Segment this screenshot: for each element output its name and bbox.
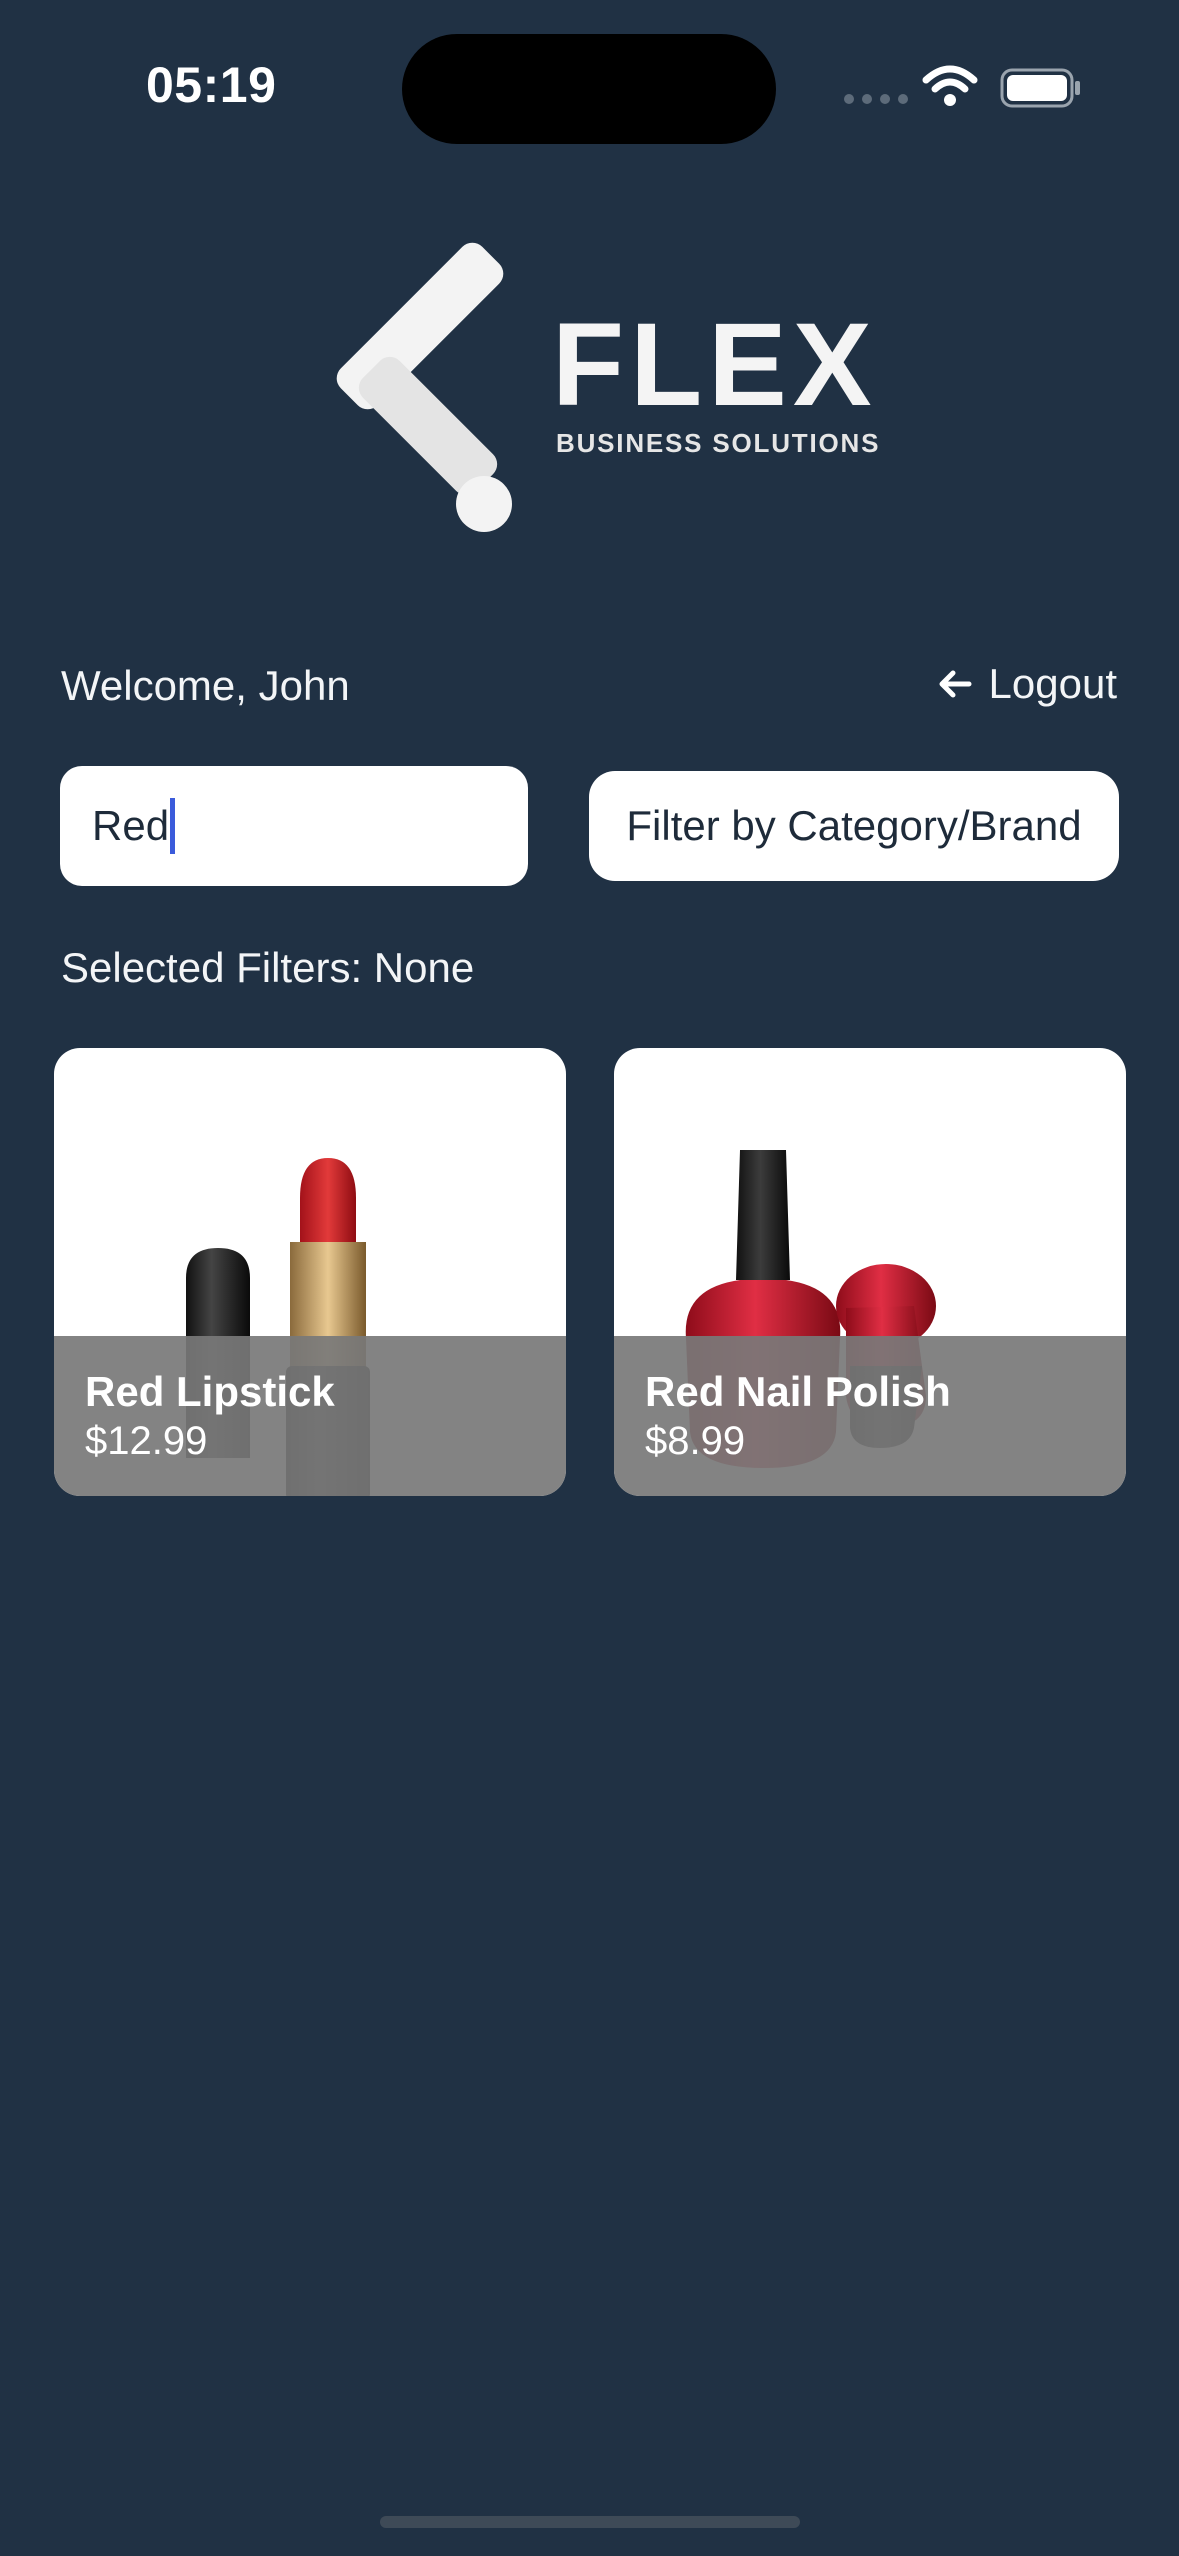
product-card[interactable]: Red Nail Polish $8.99 xyxy=(614,1048,1126,1496)
battery-icon xyxy=(1000,68,1080,108)
search-input[interactable]: Red xyxy=(60,766,528,886)
product-name: Red Lipstick xyxy=(85,1368,335,1415)
logout-button[interactable]: Logout xyxy=(937,660,1117,708)
product-name: Red Nail Polish xyxy=(645,1368,951,1415)
cellular-signal-icon xyxy=(844,94,908,104)
card-overlay xyxy=(54,1336,566,1496)
product-price: $12.99 xyxy=(85,1419,208,1463)
brand-tagline: BUSINESS SOLUTIONS xyxy=(556,428,881,458)
brand-wordmark: FLEX xyxy=(552,299,878,431)
dynamic-island xyxy=(402,34,776,144)
home-indicator[interactable] xyxy=(380,2516,800,2528)
status-time: 05:19 xyxy=(146,57,277,113)
flex-logo-icon xyxy=(336,242,512,532)
wifi-icon xyxy=(922,65,978,106)
arrow-left-icon xyxy=(939,670,972,698)
welcome-text: Welcome, John xyxy=(61,662,350,709)
product-card[interactable]: Red Lipstick $12.99 xyxy=(54,1048,566,1496)
product-price: $8.99 xyxy=(645,1419,746,1463)
text-caret xyxy=(170,798,176,854)
selected-filters-text: Selected Filters: None xyxy=(61,944,475,991)
filter-button[interactable]: Filter by Category/Brand xyxy=(589,771,1119,881)
search-input-value: Red xyxy=(92,802,170,849)
logout-label: Logout xyxy=(988,660,1117,707)
card-overlay xyxy=(614,1336,1126,1496)
